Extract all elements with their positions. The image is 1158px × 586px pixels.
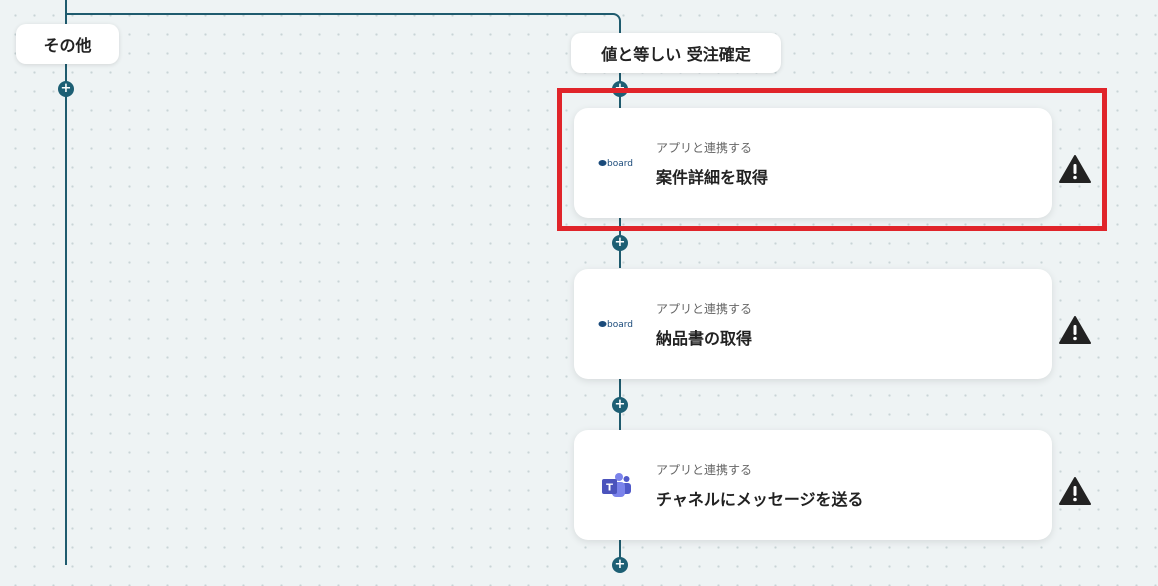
- step-card-title: 納品書の取得: [656, 329, 753, 348]
- top-connector-line: [65, 13, 610, 15]
- branch-label-order-confirmed[interactable]: 値と等しい 受注確定: [571, 33, 781, 73]
- svg-text:board: board: [607, 159, 633, 169]
- warning-icon[interactable]: [1059, 476, 1091, 506]
- add-step-button-2[interactable]: +: [612, 397, 628, 413]
- branch-label-other[interactable]: その他: [16, 24, 119, 64]
- flow-canvas[interactable]: その他 値と等しい 受注確定 + + + + + board アプリと連携する …: [0, 0, 1158, 586]
- step-card-title: チャネルにメッセージを送る: [656, 490, 864, 509]
- warning-icon[interactable]: [1059, 315, 1091, 345]
- step-card-subtitle: アプリと連携する: [656, 463, 753, 477]
- step-card-subtitle: アプリと連携する: [656, 141, 753, 155]
- svg-text:board: board: [607, 320, 633, 330]
- teams-logo-icon: T: [598, 468, 642, 502]
- step-card-send-channel-message[interactable]: T アプリと連携する チャネルにメッセージを送る: [574, 430, 1052, 540]
- add-step-button-3[interactable]: +: [612, 557, 628, 573]
- step-card-get-invoice[interactable]: board アプリと連携する 納品書の取得: [574, 269, 1052, 379]
- branch-label-order-confirmed-text: 値と等しい 受注確定: [601, 45, 751, 64]
- branch-label-other-text: その他: [43, 36, 92, 55]
- step-card-title: 案件詳細を取得: [656, 168, 769, 187]
- warning-icon[interactable]: [1059, 154, 1091, 184]
- add-step-button-left[interactable]: +: [58, 81, 74, 97]
- board-logo-icon: board: [598, 146, 642, 180]
- add-step-button-top[interactable]: +: [612, 81, 628, 97]
- step-card-get-project-details[interactable]: board アプリと連携する 案件詳細を取得: [574, 108, 1052, 218]
- svg-text:T: T: [606, 483, 613, 494]
- step-card-subtitle: アプリと連携する: [656, 302, 753, 316]
- board-logo-icon: board: [598, 307, 642, 341]
- add-step-button-1[interactable]: +: [612, 235, 628, 251]
